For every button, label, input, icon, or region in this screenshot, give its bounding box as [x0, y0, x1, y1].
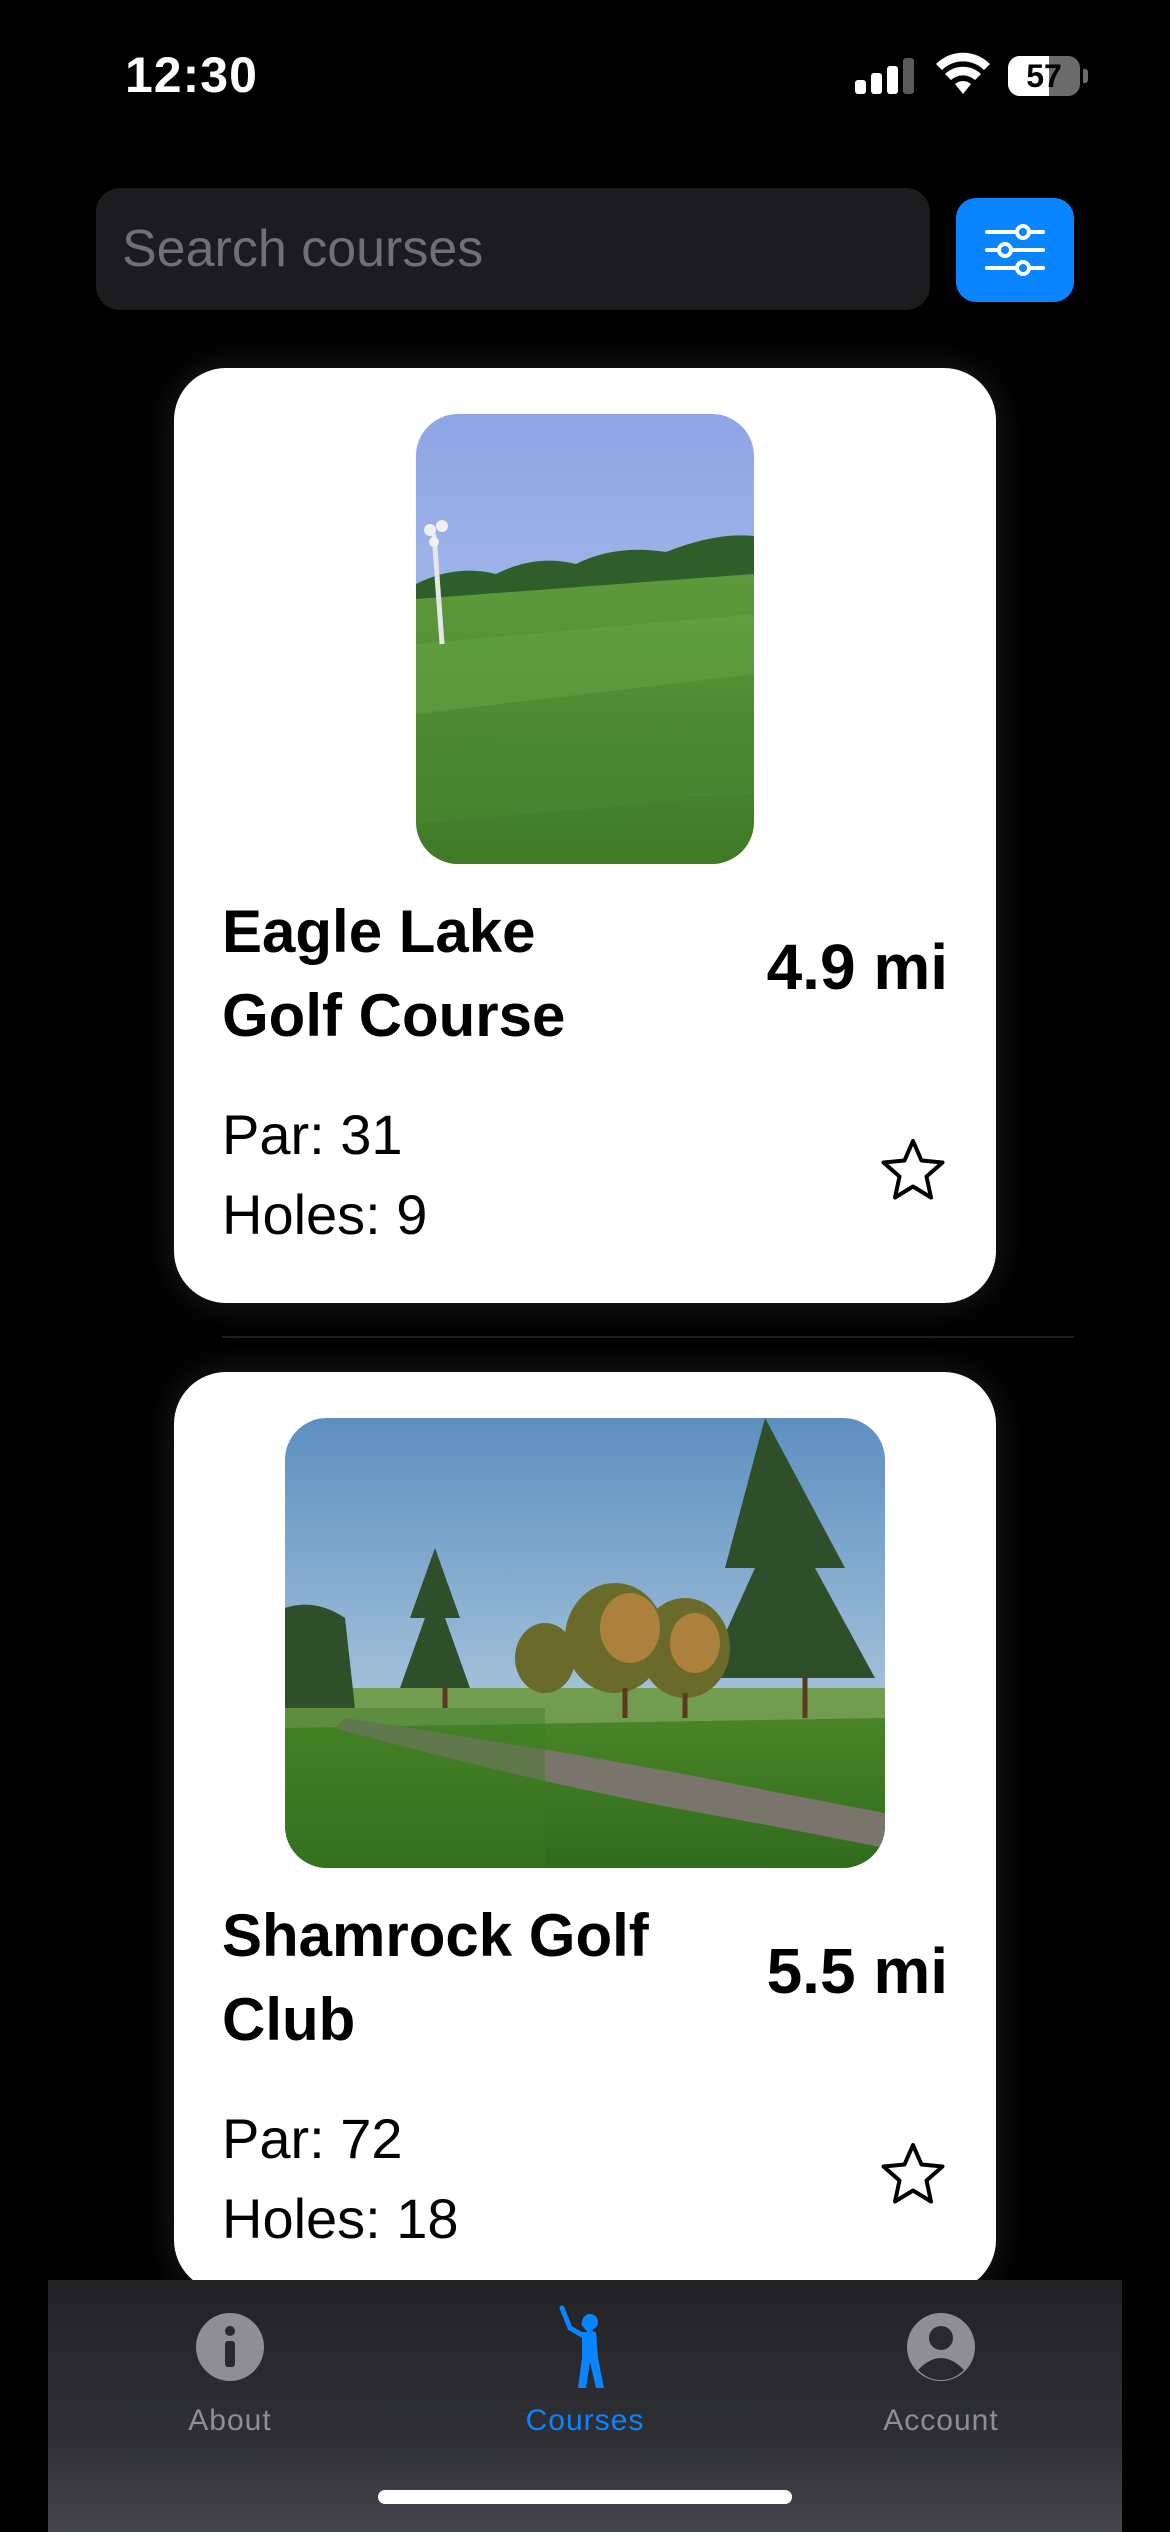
star-outline-icon [881, 2143, 945, 2204]
status-bar: 12:30 57 [0, 0, 1170, 150]
list-divider [222, 1336, 1074, 1338]
sliders-icon [985, 224, 1045, 276]
course-card[interactable]: Eagle Lake Golf Course 4.9 mi Par: 31 Ho… [174, 368, 996, 1303]
tab-label: About [188, 2404, 272, 2437]
course-name: Shamrock Golf Club [222, 1902, 649, 2053]
cellular-signal-icon [855, 58, 915, 94]
course-par: Par: 31 [222, 1103, 403, 1166]
status-time: 12:30 [125, 47, 258, 103]
tab-courses[interactable]: Courses [475, 2302, 695, 2452]
star-outline-icon [881, 1139, 945, 1200]
tab-about[interactable]: About [120, 2302, 340, 2452]
battery-level: 57 [1026, 58, 1062, 94]
battery-icon: 57 [1008, 56, 1088, 96]
person-circle-icon [907, 2313, 975, 2381]
course-card[interactable]: Shamrock Golf Club 5.5 mi Par: 72 Holes:… [174, 1372, 996, 2292]
info-icon [196, 2313, 264, 2381]
course-photo [416, 414, 754, 864]
wifi-icon [936, 52, 990, 94]
tab-label: Account [883, 2404, 999, 2437]
course-holes: Holes: 18 [222, 2187, 459, 2250]
course-par: Par: 72 [222, 2107, 403, 2170]
tab-account[interactable]: Account [831, 2302, 1051, 2452]
golfer-icon [559, 2305, 604, 2388]
course-photo [285, 1418, 885, 1868]
tab-label: Courses [525, 2404, 645, 2437]
favorite-button[interactable] [878, 1136, 948, 1206]
course-holes: Holes: 9 [222, 1183, 428, 1246]
filter-button[interactable] [956, 198, 1074, 302]
search-input[interactable] [96, 188, 930, 310]
course-distance: 5.5 mi [766, 1935, 948, 2007]
course-distance: 4.9 mi [766, 931, 948, 1003]
favorite-button[interactable] [878, 2140, 948, 2210]
home-indicator [378, 2490, 792, 2504]
course-name: Eagle Lake Golf Course [222, 898, 566, 1049]
